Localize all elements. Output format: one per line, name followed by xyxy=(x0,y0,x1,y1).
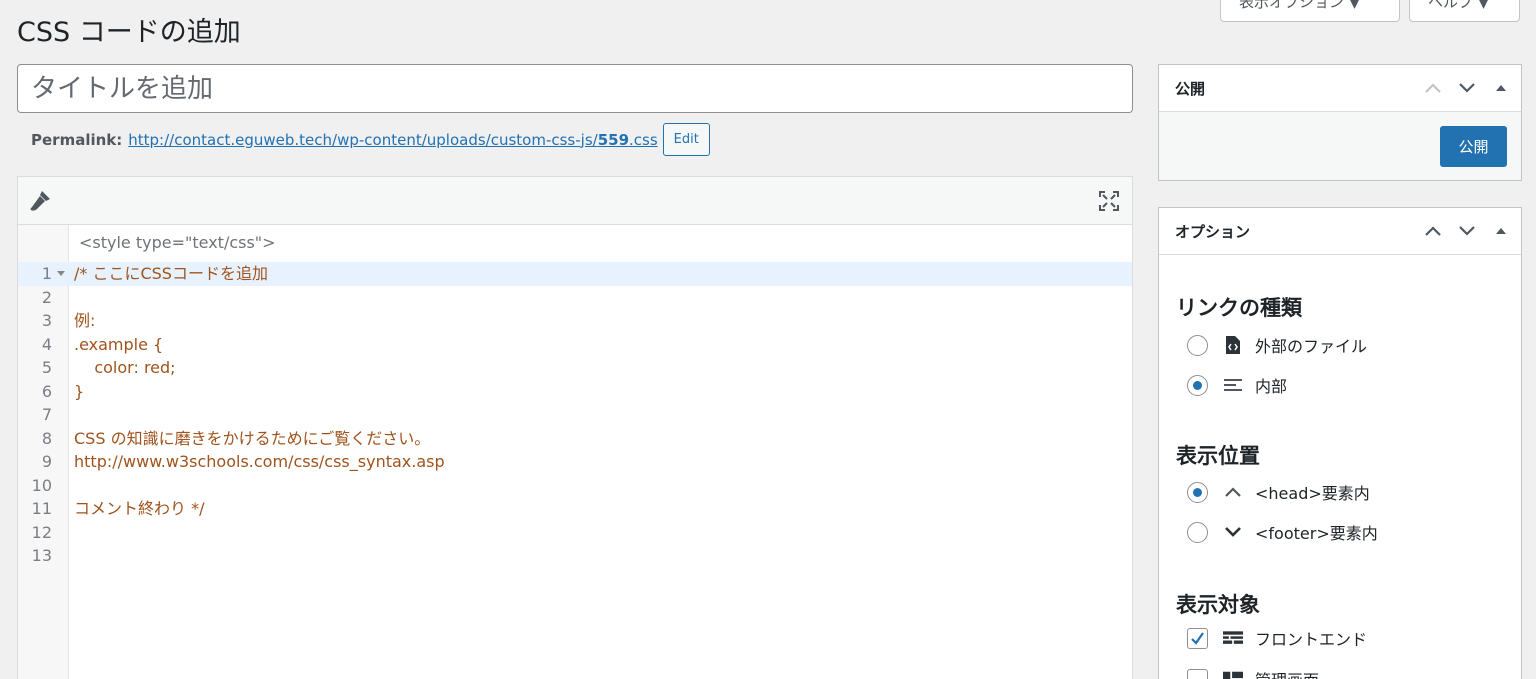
link-type-external-radio[interactable] xyxy=(1187,334,1208,356)
publish-box-title: 公開 xyxy=(1175,79,1206,98)
link-type-internal-radio[interactable] xyxy=(1187,374,1208,396)
file-code-icon xyxy=(1223,335,1243,355)
code-editor: <style type="text/css"> 1/* ここにCSSコードを追加… xyxy=(17,176,1133,679)
move-up-icon[interactable] xyxy=(1423,221,1443,245)
fold-arrow-icon[interactable] xyxy=(57,271,65,276)
publish-button[interactable]: 公開 xyxy=(1440,126,1507,167)
code-area[interactable]: <style type="text/css"> 1/* ここにCSSコードを追加… xyxy=(18,225,1132,679)
target-admin-checkbox[interactable] xyxy=(1187,668,1208,679)
frontend-layout-icon xyxy=(1223,628,1243,648)
options-box: オプション リンクの種類 外部のファイル 内部 表示位置 <head>要素内 <… xyxy=(1158,207,1522,679)
code-lines: 1/* ここにCSSコードを追加 2 3 例: 4 .example { 5 col… xyxy=(18,262,1132,568)
publish-box: 公開 公開 xyxy=(1158,64,1522,181)
link-type-internal-label: 内部 xyxy=(1255,377,1288,396)
position-head-label: <head>要素内 xyxy=(1255,484,1370,503)
chevron-down-icon xyxy=(1223,522,1243,542)
code-line[interactable]: 13 xyxy=(18,544,1132,568)
collapse-toggle-icon[interactable] xyxy=(1491,78,1511,102)
title-input[interactable] xyxy=(17,64,1133,113)
code-line[interactable]: 12 xyxy=(18,521,1132,545)
position-heading: 表示位置 xyxy=(1176,444,1260,468)
link-type-internal-option[interactable]: 内部 xyxy=(1187,372,1287,398)
target-admin-option[interactable]: 管理画面 xyxy=(1187,666,1319,679)
target-frontend-option[interactable]: フロントエンド xyxy=(1187,625,1367,651)
permalink-edit-button[interactable]: Edit xyxy=(662,123,710,156)
style-tag-hint: <style type="text/css"> xyxy=(79,233,276,252)
code-line[interactable]: 11 コメント終わり */ xyxy=(18,497,1132,521)
options-box-header: オプション xyxy=(1159,208,1521,255)
permalink: Permalink: http://contact.eguweb.tech/wp… xyxy=(31,123,710,156)
move-down-icon[interactable] xyxy=(1457,78,1477,102)
position-head-option[interactable]: <head>要素内 xyxy=(1187,479,1370,505)
permalink-label: Permalink: xyxy=(31,130,123,149)
position-footer-option[interactable]: <footer>要素内 xyxy=(1187,519,1378,545)
help-button[interactable]: ヘルプ ▼ xyxy=(1409,0,1520,22)
position-head-radio[interactable] xyxy=(1187,481,1208,503)
text-lines-icon xyxy=(1223,375,1243,395)
position-footer-label: <footer>要素内 xyxy=(1255,524,1378,543)
code-line[interactable]: 6} xyxy=(18,380,1132,404)
code-line[interactable]: 7 xyxy=(18,403,1132,427)
admin-layout-icon xyxy=(1223,669,1243,679)
code-line[interactable]: 5 color: red; xyxy=(18,356,1132,380)
move-down-icon[interactable] xyxy=(1457,221,1477,245)
collapse-toggle-icon[interactable] xyxy=(1491,221,1511,245)
move-up-icon[interactable] xyxy=(1423,78,1443,102)
permalink-link[interactable]: http://contact.eguweb.tech/wp-content/up… xyxy=(128,131,657,149)
code-line[interactable]: 3 例: xyxy=(18,309,1132,333)
code-line[interactable]: 2 xyxy=(18,286,1132,310)
target-heading: 表示対象 xyxy=(1176,593,1260,617)
code-line[interactable]: 4 .example { xyxy=(18,333,1132,357)
options-box-title: オプション xyxy=(1175,222,1251,241)
code-line[interactable]: 10 xyxy=(18,474,1132,498)
link-type-heading: リンクの種類 xyxy=(1176,296,1302,320)
position-footer-radio[interactable] xyxy=(1187,521,1208,543)
link-type-external-option[interactable]: 外部のファイル xyxy=(1187,332,1367,358)
chevron-up-icon xyxy=(1223,482,1243,502)
page-title: CSS コードの追加 xyxy=(17,17,241,48)
link-type-external-label: 外部のファイル xyxy=(1255,337,1368,356)
screen-options-button[interactable]: 表示オプション ▼ xyxy=(1220,0,1400,22)
brush-icon[interactable] xyxy=(28,189,54,217)
code-line[interactable]: 9 http://www.w3schools.com/css/css_syntax… xyxy=(18,450,1132,474)
screen-meta-tabs: 表示オプション ▼ ヘルプ ▼ xyxy=(1220,0,1520,22)
fullscreen-icon[interactable] xyxy=(1098,190,1120,216)
target-frontend-checkbox[interactable] xyxy=(1187,627,1208,649)
publish-box-header: 公開 xyxy=(1159,65,1521,112)
code-line[interactable]: 1/* ここにCSSコードを追加 xyxy=(18,262,1132,286)
code-line[interactable]: 8 CSS の知識に磨きをかけるためにご覧ください。 xyxy=(18,427,1132,451)
editor-toolbar xyxy=(18,177,1132,225)
target-frontend-label: フロントエンド xyxy=(1255,630,1368,649)
target-admin-label: 管理画面 xyxy=(1255,667,1319,679)
